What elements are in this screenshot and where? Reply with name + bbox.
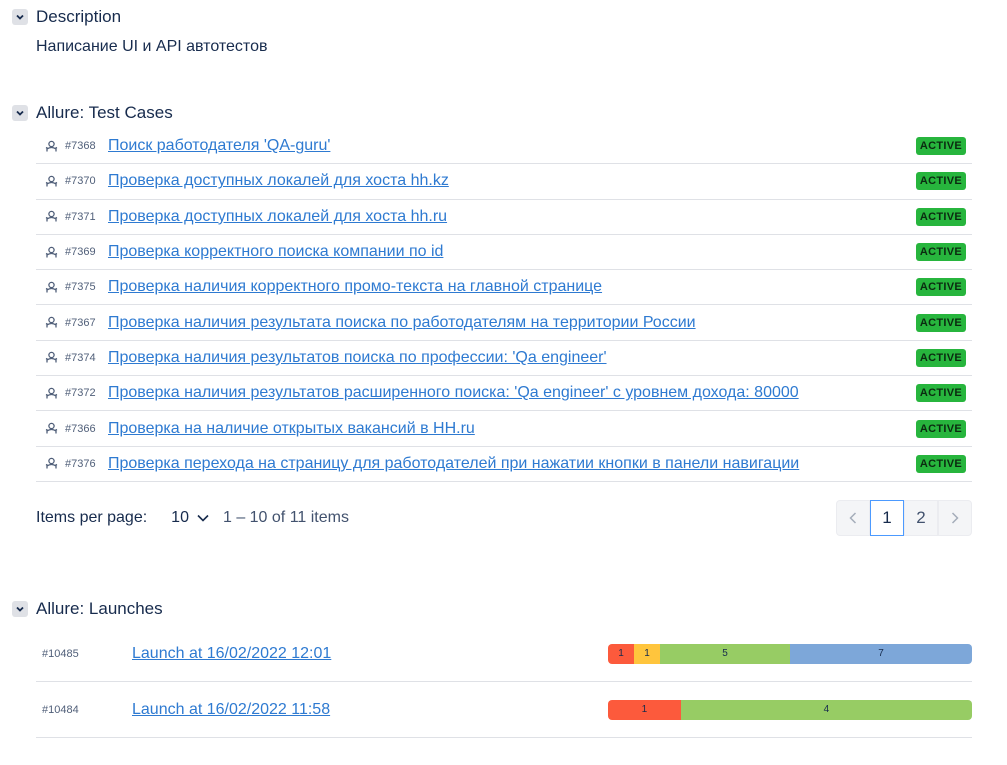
test-case-id: #7376: [65, 457, 96, 470]
test-case-link[interactable]: Проверка корректного поиска компании по …: [108, 243, 443, 261]
test-case-row: #7376 Проверка перехода на страницу для …: [36, 447, 972, 482]
test-case-link[interactable]: Поиск работодателя 'QA-guru': [108, 137, 330, 155]
test-case-row: #7366 Проверка на наличие открытых вакан…: [36, 411, 972, 447]
status-badge: ACTIVE: [915, 419, 966, 438]
test-case-id: #7375: [65, 281, 96, 294]
test-case-id: #7374: [65, 351, 96, 364]
chevron-left-icon: [849, 512, 857, 524]
stat-segment: 1: [608, 643, 634, 664]
launch-row: #10485 Launch at 16/02/2022 12:01 1157: [36, 626, 972, 682]
launch-link[interactable]: Launch at 16/02/2022 11:58: [132, 701, 330, 719]
test-case-link[interactable]: Проверка наличия результатов расширенног…: [108, 384, 799, 402]
stat-segment: 1: [634, 643, 660, 664]
pager: 1 2: [836, 500, 972, 536]
description-title: Description: [36, 7, 122, 26]
test-case-icon: [44, 139, 58, 153]
test-case-list: #7368 Поиск работодателя 'QA-guru' ACTIV…: [36, 129, 972, 482]
status-badge: ACTIVE: [915, 137, 966, 156]
test-cases-title: Allure: Test Cases: [36, 103, 173, 122]
test-case-id: #7367: [65, 316, 96, 329]
stat-segment: 5: [660, 643, 790, 664]
description-text: Написание UI и API автотестов: [36, 38, 268, 55]
test-case-id: #7368: [65, 140, 96, 153]
status-badge: ACTIVE: [915, 243, 966, 262]
test-case-link[interactable]: Проверка наличия корректного промо-текст…: [108, 278, 602, 296]
test-case-icon: [44, 386, 58, 400]
collapse-test-cases-toggle[interactable]: [12, 105, 28, 121]
page-2-button[interactable]: 2: [904, 500, 938, 536]
collapse-launches-toggle[interactable]: [12, 601, 28, 617]
chevron-down-icon: [16, 606, 24, 612]
test-case-row: #7372 Проверка наличия результатов расши…: [36, 376, 972, 412]
launches-section-header: Allure: Launches: [12, 599, 163, 619]
test-case-icon: [44, 422, 58, 436]
test-case-icon: [44, 280, 58, 294]
launch-row: #10484 Launch at 16/02/2022 11:58 14: [36, 682, 972, 738]
test-case-id: #7366: [65, 422, 96, 435]
test-case-id: #7372: [65, 387, 96, 400]
next-page-button[interactable]: [938, 500, 972, 536]
stat-segment: 1: [608, 699, 681, 720]
launch-list: #10485 Launch at 16/02/2022 12:01 1157 #…: [36, 626, 972, 738]
status-badge: ACTIVE: [915, 207, 966, 226]
test-case-link[interactable]: Проверка наличия результатов поиска по п…: [108, 349, 607, 367]
test-case-link[interactable]: Проверка перехода на страницу для работо…: [108, 455, 799, 473]
test-case-icon: [44, 351, 58, 365]
test-case-icon: [44, 174, 58, 188]
chevron-down-icon: [16, 14, 24, 20]
stat-segment: 4: [680, 699, 972, 720]
test-case-row: #7374 Проверка наличия результатов поиск…: [36, 341, 972, 377]
launch-stats-bar: 14: [608, 699, 972, 720]
status-badge: ACTIVE: [915, 454, 966, 473]
test-case-icon: [44, 316, 58, 330]
launch-id: #10485: [42, 647, 79, 660]
status-badge: ACTIVE: [915, 172, 966, 191]
test-case-icon: [44, 210, 58, 224]
test-case-id: #7371: [65, 210, 96, 223]
test-case-link[interactable]: Проверка доступных локалей для хоста hh.…: [108, 172, 449, 190]
chevron-down-icon: [197, 514, 209, 522]
status-badge: ACTIVE: [915, 348, 966, 367]
test-case-link[interactable]: Проверка наличия результата поиска по ра…: [108, 314, 696, 332]
description-section-header: Description: [12, 7, 121, 27]
test-case-row: #7370 Проверка доступных локалей для хос…: [36, 164, 972, 200]
launch-id: #10484: [42, 703, 79, 716]
test-case-icon: [44, 245, 58, 259]
stat-segment: 7: [790, 643, 972, 664]
prev-page-button[interactable]: [836, 500, 870, 536]
test-case-icon: [44, 457, 58, 471]
launch-link[interactable]: Launch at 16/02/2022 12:01: [132, 645, 331, 663]
chevron-right-icon: [951, 512, 959, 524]
test-case-row: #7375 Проверка наличия корректного промо…: [36, 270, 972, 306]
launches-title: Allure: Launches: [36, 599, 163, 618]
items-range-text: 1 – 10 of 11 items: [222, 509, 349, 526]
items-per-page-value: 10: [171, 509, 189, 526]
page-1-button[interactable]: 1: [870, 500, 904, 536]
test-case-id: #7370: [65, 175, 96, 188]
test-case-row: #7368 Поиск работодателя 'QA-guru' ACTIV…: [36, 129, 972, 165]
items-per-page-select[interactable]: 10: [171, 509, 209, 527]
test-case-row: #7369 Проверка корректного поиска компан…: [36, 235, 972, 271]
test-case-link[interactable]: Проверка доступных локалей для хоста hh.…: [108, 208, 447, 226]
items-per-page-label: Items per page:: [36, 509, 148, 526]
collapse-description-toggle[interactable]: [12, 9, 28, 25]
pagination-bar: Items per page: 10 1 – 10 of 11 items 1 …: [36, 500, 972, 536]
chevron-down-icon: [16, 110, 24, 116]
status-badge: ACTIVE: [915, 313, 966, 332]
test-case-row: #7367 Проверка наличия результата поиска…: [36, 305, 972, 341]
launch-stats-bar: 1157: [608, 643, 972, 664]
test-cases-section-header: Allure: Test Cases: [12, 103, 173, 123]
status-badge: ACTIVE: [915, 384, 966, 403]
status-badge: ACTIVE: [915, 278, 966, 297]
test-case-row: #7371 Проверка доступных локалей для хос…: [36, 200, 972, 235]
test-case-link[interactable]: Проверка на наличие открытых вакансий в …: [108, 420, 475, 438]
test-case-id: #7369: [65, 246, 96, 259]
